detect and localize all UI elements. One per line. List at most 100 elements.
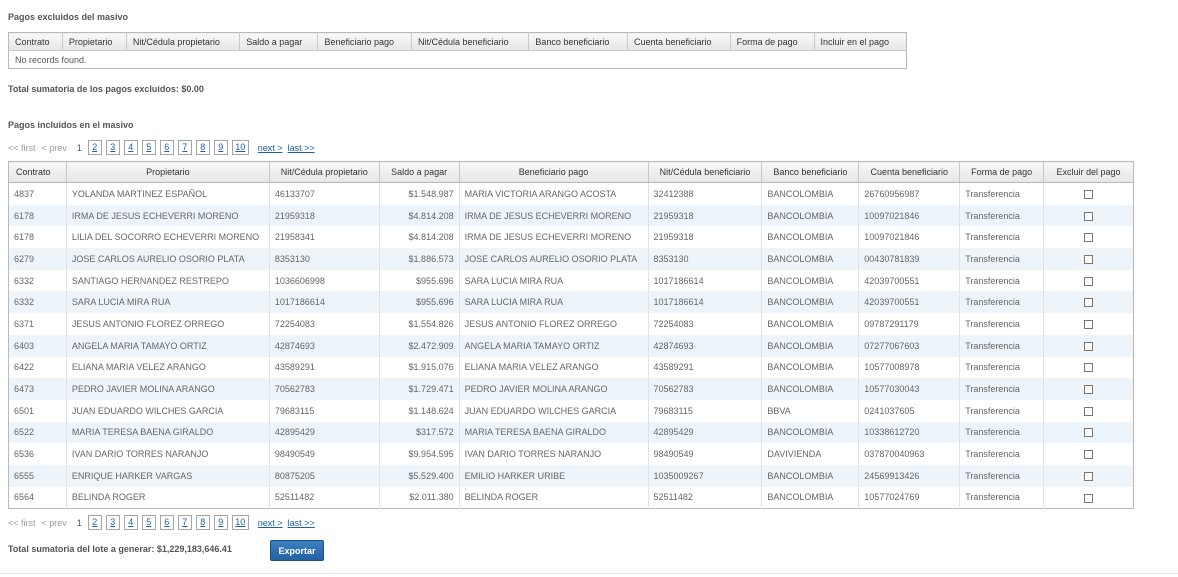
page-link[interactable]: 10 bbox=[231, 515, 249, 530]
table-cell: 43589291 bbox=[269, 356, 380, 379]
table-cell: JOSE CARLOS AURELIO OSORIO PLATA bbox=[459, 248, 649, 270]
exclude-cell bbox=[1043, 464, 1134, 487]
column-header[interactable]: Nit/Cédula beneficiario bbox=[648, 161, 763, 183]
table-cell: MARIA TERESA BAENA GIRALDO bbox=[66, 421, 270, 444]
export-button[interactable]: Exportar bbox=[270, 540, 324, 561]
exclude-checkbox[interactable] bbox=[1084, 276, 1094, 286]
first-page-link[interactable]: << first bbox=[8, 518, 36, 528]
excluded-section-title: Pagos excluidos del masivo bbox=[8, 12, 129, 22]
page-link[interactable]: 6 bbox=[159, 140, 174, 155]
exclude-checkbox[interactable] bbox=[1084, 493, 1094, 503]
exclude-checkbox[interactable] bbox=[1084, 363, 1094, 373]
page-link[interactable]: 3 bbox=[105, 140, 120, 155]
column-header[interactable]: Saldo a pagar bbox=[379, 161, 460, 183]
column-header[interactable]: Beneficiario pago bbox=[317, 32, 413, 51]
table-cell: 6178 bbox=[8, 204, 67, 227]
prev-page-link[interactable]: < prev bbox=[42, 518, 67, 528]
page-link[interactable]: 4 bbox=[123, 515, 138, 530]
current-page: 1 bbox=[76, 517, 82, 528]
page-link[interactable]: 7 bbox=[177, 140, 192, 155]
exclude-checkbox[interactable] bbox=[1084, 385, 1094, 395]
table-cell: IRMA DE JESUS ECHEVERRI MORENO bbox=[459, 226, 649, 249]
page-link[interactable]: 6 bbox=[159, 515, 174, 530]
table-cell: 6555 bbox=[8, 464, 67, 487]
last-page-link[interactable]: last >> bbox=[288, 518, 315, 528]
table-cell: Transferencia bbox=[959, 226, 1045, 249]
page-link[interactable]: 8 bbox=[195, 140, 210, 155]
column-header[interactable]: Forma de pago bbox=[730, 32, 815, 51]
column-header[interactable]: Cuenta beneficiario bbox=[627, 32, 731, 51]
table-cell: Transferencia bbox=[959, 356, 1045, 379]
table-cell: DAVIVIENDA bbox=[761, 443, 860, 465]
exclude-checkbox[interactable] bbox=[1084, 341, 1094, 351]
page-link[interactable]: 5 bbox=[141, 515, 156, 530]
exclude-checkbox[interactable] bbox=[1084, 428, 1094, 438]
page-link[interactable]: 9 bbox=[213, 140, 228, 155]
column-header[interactable]: Banco beneficiario bbox=[761, 161, 860, 183]
table-cell: 00430781839 bbox=[858, 248, 961, 270]
exclude-cell bbox=[1043, 248, 1134, 270]
next-page-link[interactable]: next > bbox=[258, 518, 283, 528]
column-header[interactable]: Propietario bbox=[62, 32, 127, 51]
exclude-checkbox[interactable] bbox=[1084, 320, 1094, 330]
table-row: 4837 YOLANDA MARTINEZ ESPAÑOL 46133707 $1.5… bbox=[8, 182, 1134, 205]
column-header[interactable]: Beneficiario pago bbox=[459, 161, 649, 183]
table-cell: SARA LUCIA MIRA RUA bbox=[459, 269, 649, 292]
page-link[interactable]: 2 bbox=[87, 140, 102, 155]
exclude-checkbox[interactable] bbox=[1084, 471, 1094, 481]
page-link[interactable]: 10 bbox=[231, 140, 249, 155]
table-cell: Transferencia bbox=[959, 204, 1045, 227]
table-row: 6522 MARIA TERESA BAENA GIRALDO 42895429 $3… bbox=[8, 421, 1134, 444]
table-cell: 1036606998 bbox=[269, 269, 380, 292]
column-header[interactable]: Contrato bbox=[8, 32, 63, 51]
table-cell: $5.529.400 bbox=[379, 464, 460, 487]
exclude-checkbox[interactable] bbox=[1084, 233, 1094, 243]
page-link[interactable]: 5 bbox=[141, 140, 156, 155]
table-cell: $2.472.909 bbox=[379, 334, 460, 357]
included-section-title: Pagos incluidos en el masivo bbox=[8, 120, 134, 130]
page-link[interactable]: 4 bbox=[123, 140, 138, 155]
exclude-checkbox[interactable] bbox=[1084, 254, 1094, 264]
page-link[interactable]: 2 bbox=[87, 515, 102, 530]
exclude-checkbox[interactable] bbox=[1084, 298, 1094, 308]
column-header[interactable]: Cuenta beneficiario bbox=[858, 161, 961, 183]
table-cell: BANCOLOMBIA bbox=[761, 378, 860, 400]
column-header[interactable]: Nit/Cédula beneficiario bbox=[411, 32, 530, 51]
page-link[interactable]: 9 bbox=[213, 515, 228, 530]
table-cell: 10097021846 bbox=[858, 226, 961, 249]
column-header[interactable]: Propietario bbox=[66, 161, 270, 183]
exclude-checkbox[interactable] bbox=[1084, 211, 1094, 221]
page-link[interactable]: 3 bbox=[105, 515, 120, 530]
table-cell: PEDRO JAVIER MOLINA ARANGO bbox=[459, 378, 649, 400]
column-header[interactable]: Excluir del pago bbox=[1043, 161, 1134, 183]
table-cell: LILIA DEL SOCORRO ECHEVERRI MORENO bbox=[66, 226, 270, 249]
column-header[interactable]: Saldo a pagar bbox=[239, 32, 319, 51]
table-cell: ANGELA MARIA TAMAYO ORTIZ bbox=[459, 334, 649, 357]
column-header[interactable]: Incluir en el pago bbox=[814, 32, 907, 51]
table-row: 6178 LILIA DEL SOCORRO ECHEVERRI MORENO 21… bbox=[8, 226, 1134, 249]
table-row: 6371 JESUS ANTONIO FLOREZ ORREGO 72254083 $… bbox=[8, 313, 1134, 335]
table-cell: JOSE CARLOS AURELIO OSORIO PLATA bbox=[66, 248, 270, 270]
included-table-body: 4837 YOLANDA MARTINEZ ESPAÑOL 46133707 $1.5… bbox=[8, 182, 1134, 509]
page-link[interactable]: 8 bbox=[195, 515, 210, 530]
prev-page-link[interactable]: < prev bbox=[42, 143, 67, 153]
exclude-checkbox[interactable] bbox=[1084, 406, 1094, 416]
column-header[interactable]: Contrato bbox=[8, 161, 67, 183]
last-page-link[interactable]: last >> bbox=[288, 143, 315, 153]
first-page-link[interactable]: << first bbox=[8, 143, 36, 153]
exclude-checkbox[interactable] bbox=[1084, 450, 1094, 460]
table-cell: 6422 bbox=[8, 356, 67, 379]
next-page-link[interactable]: next > bbox=[258, 143, 283, 153]
column-header[interactable]: Nit/Cédula propietario bbox=[269, 161, 380, 183]
table-cell: Transferencia bbox=[959, 313, 1045, 335]
table-cell: BANCOLOMBIA bbox=[761, 464, 860, 487]
column-header[interactable]: Banco beneficiario bbox=[528, 32, 629, 51]
exclude-checkbox[interactable] bbox=[1084, 189, 1094, 199]
table-row: 6536 IVAN DARIO TORRES NARANJO 98490549 $9.… bbox=[8, 443, 1134, 465]
page-link[interactable]: 7 bbox=[177, 515, 192, 530]
column-header[interactable]: Forma de pago bbox=[959, 161, 1045, 183]
table-cell: Transferencia bbox=[959, 486, 1045, 509]
table-cell: $1.554.826 bbox=[379, 313, 460, 335]
empty-message: No records found. bbox=[15, 54, 87, 65]
column-header[interactable]: Nit/Cédula propietario bbox=[126, 32, 241, 51]
